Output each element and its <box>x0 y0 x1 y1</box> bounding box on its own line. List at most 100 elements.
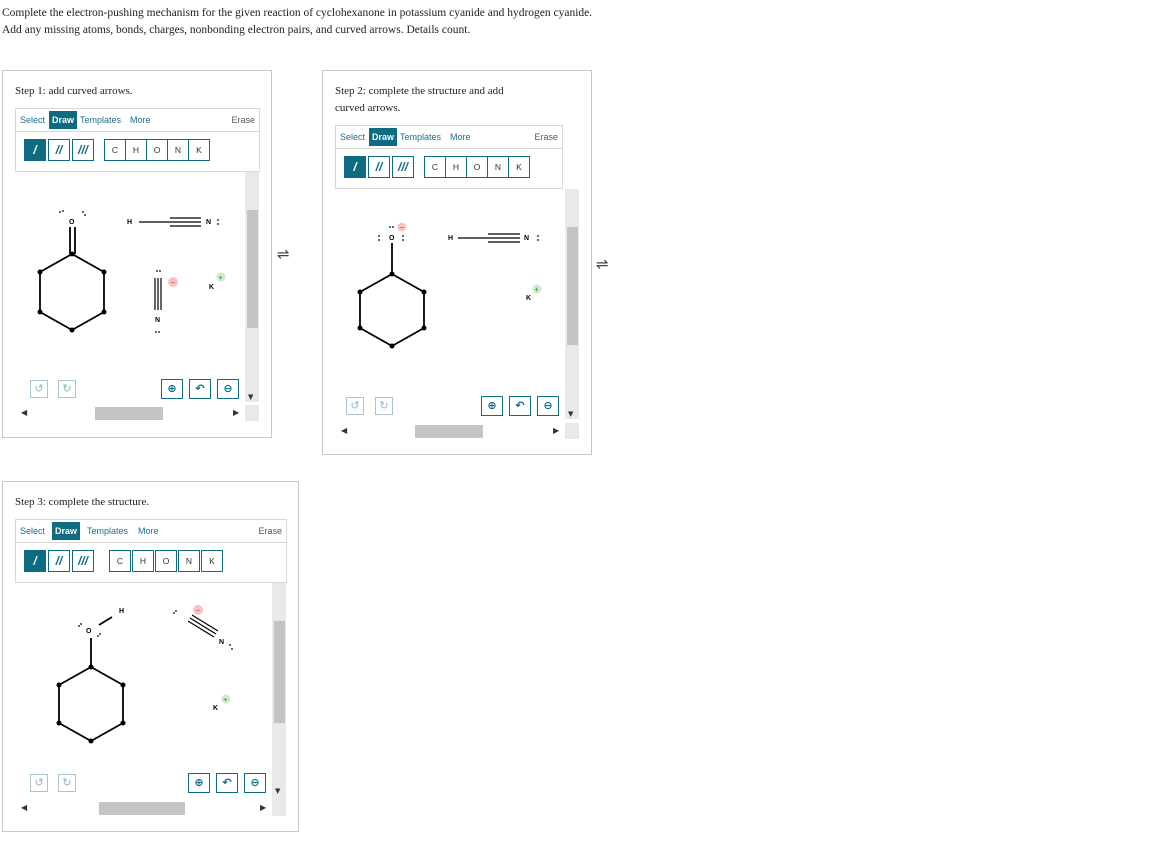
tab-more[interactable]: More <box>448 130 473 144</box>
scroll-right-icon[interactable]: ▶ <box>260 803 266 812</box>
hydrogen-label: H <box>119 608 124 615</box>
instructions: Complete the electron-pushing mechanism … <box>2 5 592 39</box>
nitrogen-label: N <box>219 639 224 646</box>
atom-n-button[interactable]: N <box>487 156 509 178</box>
equilibrium-arrow-1: ⇌ <box>277 245 290 263</box>
scroll-left-icon[interactable]: ◀ <box>341 426 347 435</box>
zoom-out-icon[interactable]: ⊖ <box>244 773 266 793</box>
atom-k-button[interactable]: K <box>201 550 223 572</box>
atom-o-button[interactable]: O <box>466 156 488 178</box>
oxygen-label: O <box>69 219 75 226</box>
potassium-label: K <box>526 295 531 302</box>
nitrogen-lone-pair <box>537 235 539 241</box>
toolbar-tabs: Select Draw Templates More Erase <box>336 126 562 149</box>
potassium-label: K <box>213 705 218 712</box>
triple-bond-button[interactable]: /// <box>72 139 94 161</box>
zoom-in-icon[interactable]: ⊕ <box>188 773 210 793</box>
chevron-down-icon[interactable]: ▼ <box>248 393 253 401</box>
atom-o-button[interactable]: O <box>146 139 168 161</box>
reset-zoom-icon[interactable]: ↶ <box>189 379 211 399</box>
horizontal-scroll-thumb[interactable] <box>95 407 163 420</box>
tab-draw[interactable]: Draw <box>369 128 398 146</box>
carbon-lone-pair <box>173 610 177 614</box>
horizontal-scrollbar[interactable]: ◀ ▶ <box>15 405 245 421</box>
atom-n-button[interactable]: N <box>167 139 189 161</box>
undo-icon[interactable]: ↺ <box>30 380 48 398</box>
erase-button[interactable]: Erase <box>229 113 257 127</box>
tab-select[interactable]: Select <box>338 130 367 144</box>
scroll-right-icon[interactable]: ▶ <box>233 408 239 417</box>
horizontal-scrollbar[interactable]: ◀ ▶ <box>335 423 565 439</box>
atom-o-button[interactable]: O <box>155 550 177 572</box>
tab-templates[interactable]: Templates <box>398 130 443 144</box>
tab-templates[interactable]: Templates <box>78 113 123 127</box>
oxygen-label: O <box>389 235 395 242</box>
undo-icon[interactable]: ↺ <box>346 397 364 415</box>
zoom-out-icon[interactable]: ⊖ <box>217 379 239 399</box>
redo-icon[interactable]: ↻ <box>58 380 76 398</box>
chevron-down-icon[interactable]: ▼ <box>568 410 573 418</box>
step-3-panel: Step 3: complete the structure. Select D… <box>2 481 299 832</box>
undo-icon[interactable]: ↺ <box>30 774 48 792</box>
triple-bond-button[interactable]: /// <box>392 156 414 178</box>
double-bond-button[interactable]: // <box>48 550 70 572</box>
atom-c-button[interactable]: C <box>109 550 131 572</box>
tab-select[interactable]: Select <box>18 524 47 538</box>
step-2-title: Step 2: complete the structure and add c… <box>335 83 504 117</box>
reset-zoom-icon[interactable]: ↶ <box>509 396 531 416</box>
double-bond-button[interactable]: // <box>368 156 390 178</box>
cyanide-structure <box>187 614 219 638</box>
zoom-out-icon[interactable]: ⊖ <box>537 396 559 416</box>
tab-templates[interactable]: Templates <box>85 524 130 538</box>
hydrogen-label: H <box>448 235 453 242</box>
hcn-structure <box>139 217 201 227</box>
atom-k-button[interactable]: K <box>508 156 530 178</box>
zoom-in-icon[interactable]: ⊕ <box>481 396 503 416</box>
vertical-scroll-thumb[interactable] <box>247 210 258 328</box>
scroll-left-icon[interactable]: ◀ <box>21 408 27 417</box>
tab-draw[interactable]: Draw <box>49 111 78 129</box>
tab-more[interactable]: More <box>136 524 161 538</box>
hydrogen-label: H <box>127 219 132 226</box>
step-1-editor-toolbar: Select Draw Templates More Erase / // //… <box>15 108 260 172</box>
vertical-scrollbar[interactable] <box>272 583 286 813</box>
nitrogen-lone-pair <box>229 644 233 650</box>
redo-icon[interactable]: ↻ <box>58 774 76 792</box>
triple-bond-button[interactable]: /// <box>72 550 94 572</box>
scroll-right-icon[interactable]: ▶ <box>553 426 559 435</box>
single-bond-button[interactable]: / <box>24 139 46 161</box>
vertical-scroll-thumb[interactable] <box>567 227 578 345</box>
atom-h-button[interactable]: H <box>125 139 147 161</box>
chevron-down-icon[interactable]: ▼ <box>275 787 280 795</box>
horizontal-scroll-thumb[interactable] <box>415 425 483 438</box>
step-1-drawing-canvas[interactable]: O H N − N + K <box>15 172 245 402</box>
erase-button[interactable]: Erase <box>256 524 284 538</box>
horizontal-scrollbar[interactable]: ◀ ▶ <box>15 800 272 816</box>
scroll-left-icon[interactable]: ◀ <box>21 803 27 812</box>
toolbar-tabs: Select Draw Templates More Erase <box>16 520 286 543</box>
redo-icon[interactable]: ↻ <box>375 397 393 415</box>
tab-draw[interactable]: Draw <box>52 522 81 540</box>
single-bond-button[interactable]: / <box>24 550 46 572</box>
cyclohexanone-structure <box>39 227 105 332</box>
atom-k-button[interactable]: K <box>188 139 210 161</box>
zoom-in-icon[interactable]: ⊕ <box>161 379 183 399</box>
cyanide-n-lone-pair <box>155 331 160 333</box>
atom-h-button[interactable]: H <box>132 550 154 572</box>
atom-h-button[interactable]: H <box>445 156 467 178</box>
tab-more[interactable]: More <box>128 113 153 127</box>
vertical-scroll-thumb[interactable] <box>274 621 285 723</box>
atom-c-button[interactable]: C <box>104 139 126 161</box>
atom-n-button[interactable]: N <box>178 550 200 572</box>
reset-zoom-icon[interactable]: ↶ <box>216 773 238 793</box>
vertical-scrollbar[interactable] <box>565 189 579 419</box>
atom-c-button[interactable]: C <box>424 156 446 178</box>
horizontal-scroll-thumb[interactable] <box>99 802 185 815</box>
erase-button[interactable]: Erase <box>532 130 560 144</box>
nitrogen-label: N <box>524 235 529 242</box>
double-bond-button[interactable]: // <box>48 139 70 161</box>
step-2-drawing-canvas[interactable]: O − H N + K <box>335 189 565 419</box>
vertical-scrollbar[interactable] <box>245 172 259 402</box>
tab-select[interactable]: Select <box>18 113 47 127</box>
single-bond-button[interactable]: / <box>344 156 366 178</box>
